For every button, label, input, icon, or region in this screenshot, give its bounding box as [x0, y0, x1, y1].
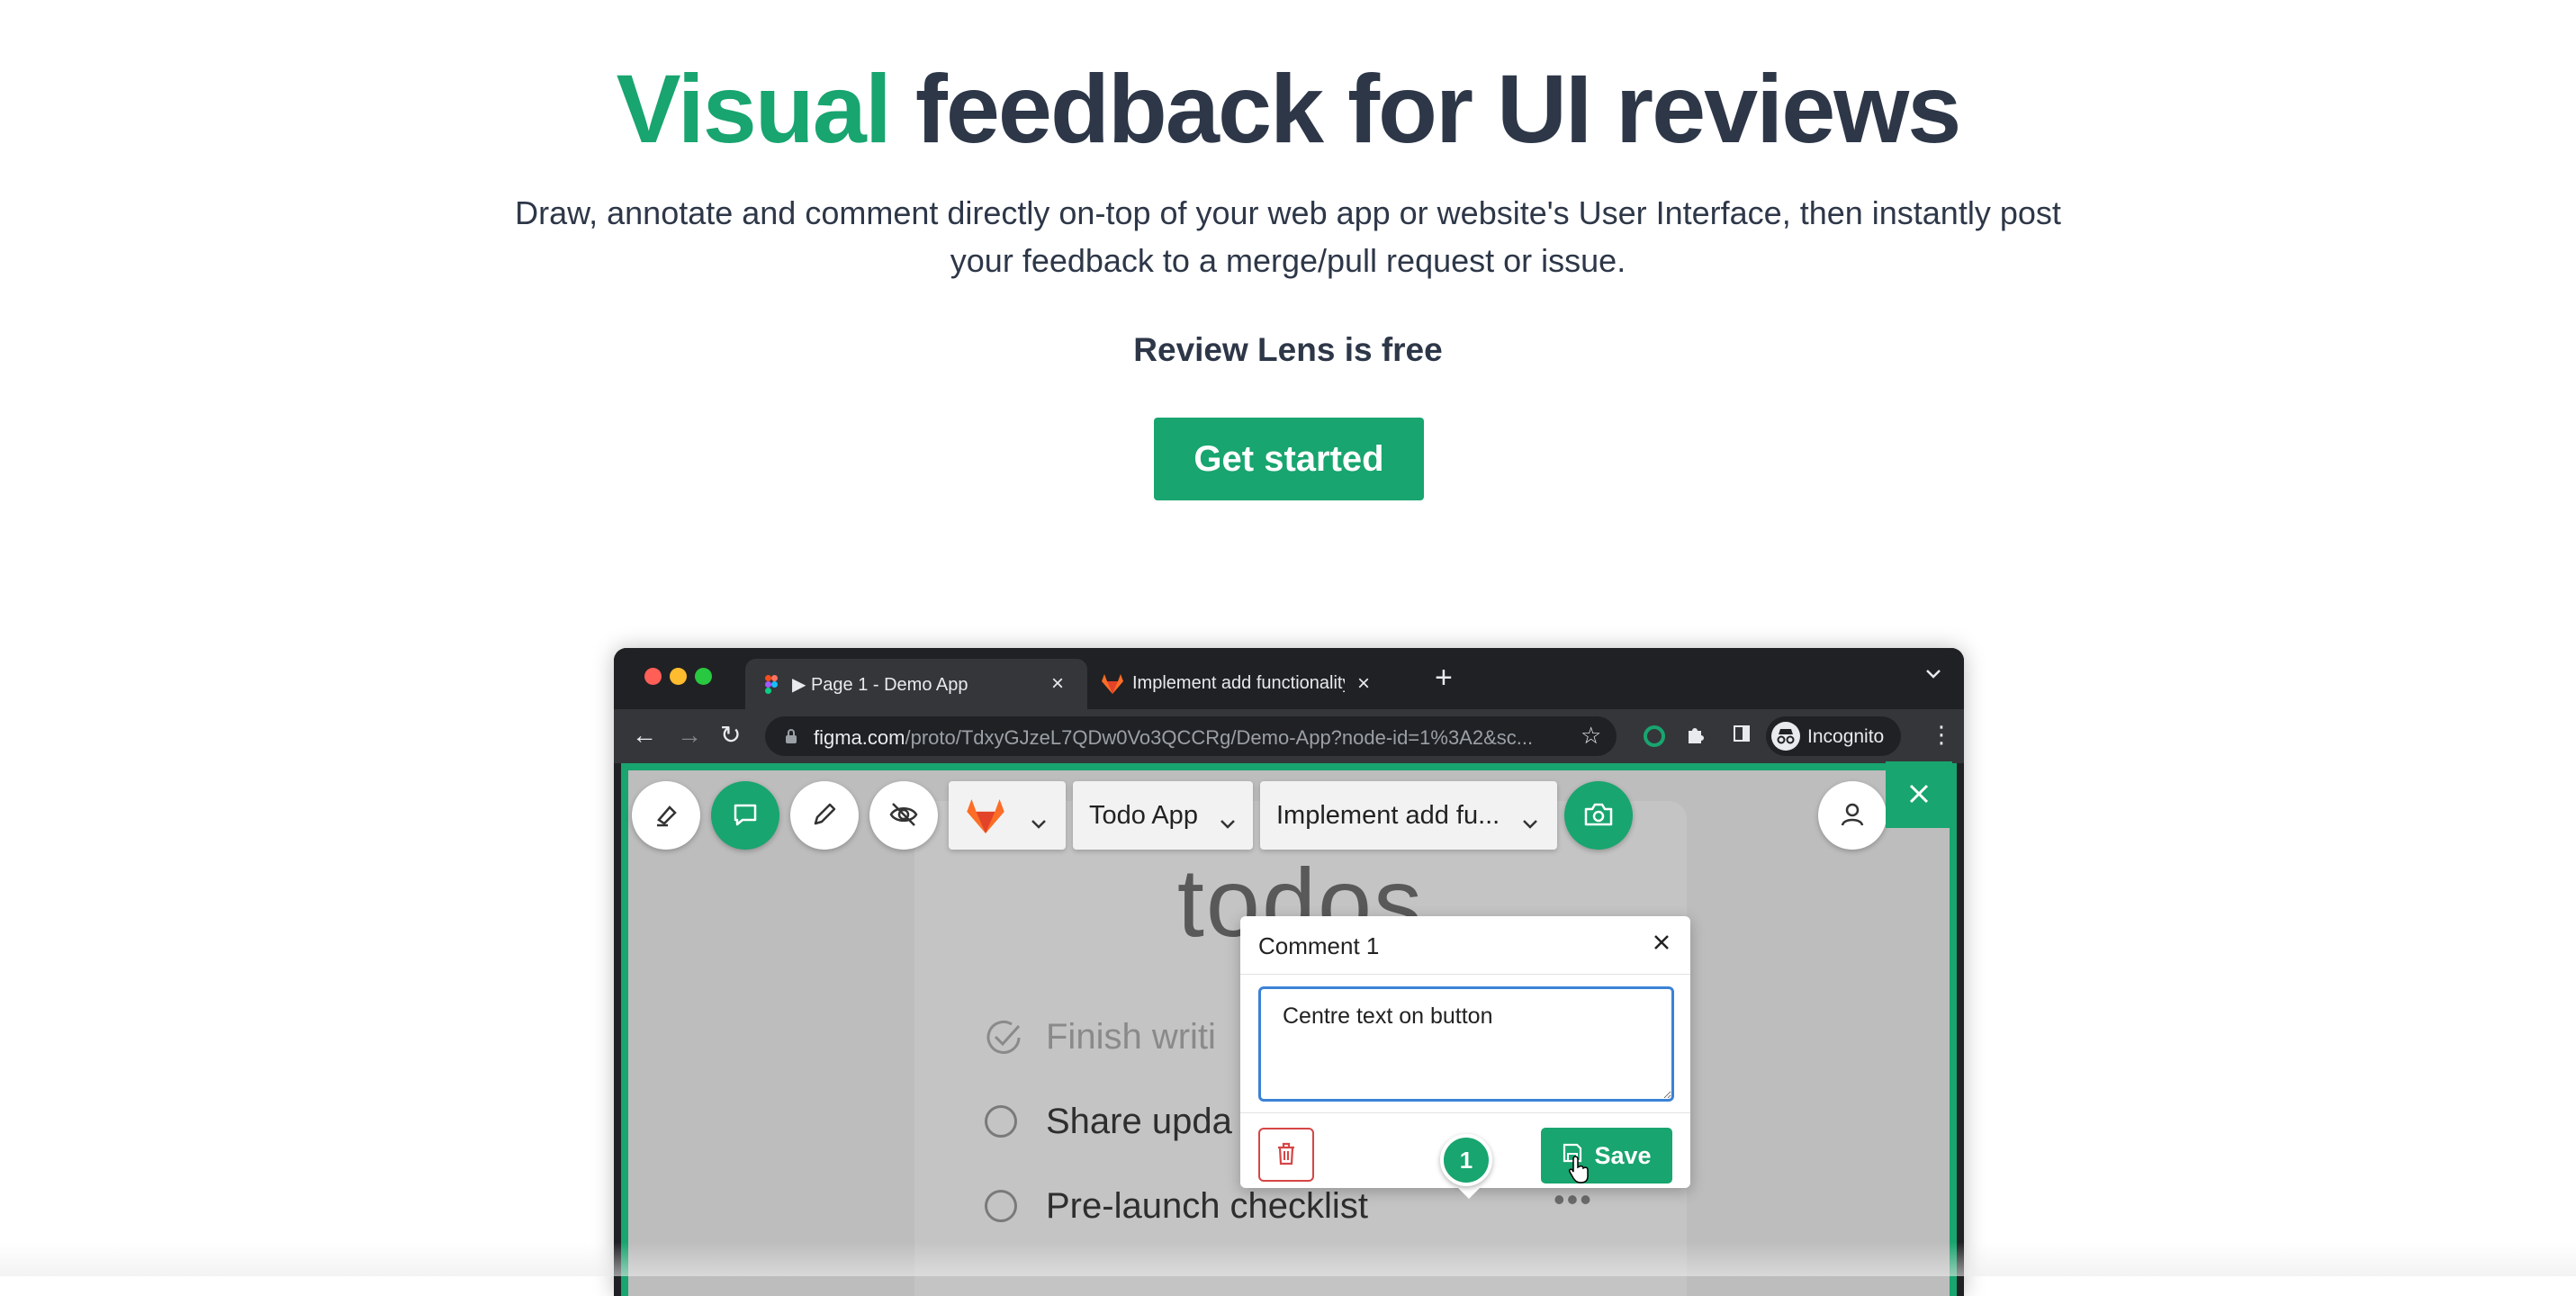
close-comment-button[interactable]	[1644, 925, 1680, 961]
todo-text: Finish writi	[1046, 1017, 1216, 1057]
incognito-icon	[1771, 722, 1800, 751]
url-path: /proto/TdxyGJzeL7QDw0Vo3QCCRg/Demo-App?n…	[905, 726, 1534, 749]
minimize-window-dot[interactable]	[670, 668, 687, 685]
side-panel-icon[interactable]	[1734, 725, 1750, 742]
highlighter-button[interactable]	[632, 781, 700, 850]
camera-icon	[1583, 801, 1614, 831]
chevron-down-icon	[1030, 808, 1048, 838]
tab-demo-app[interactable]: ▶ Page 1 - Demo App ×	[745, 659, 1087, 709]
todo-text: Pre-launch checklist	[1046, 1186, 1368, 1226]
tab-label: ▶ Page 1 - Demo App	[792, 675, 968, 695]
issue-select[interactable]: Implement add fu...	[1260, 781, 1557, 850]
incognito-profile[interactable]: Incognito	[1766, 716, 1901, 756]
project-select-value: Todo App	[1089, 800, 1198, 830]
browser-menu-icon[interactable]: ⋮	[1930, 720, 1953, 749]
gitlab-provider-select[interactable]	[949, 781, 1066, 850]
lock-icon	[785, 728, 797, 749]
browser-titlebar: ▶ Page 1 - Demo App × Implement add func…	[614, 648, 1964, 709]
new-tab-icon[interactable]: +	[1435, 661, 1453, 696]
todo-text: Share upda	[1046, 1102, 1232, 1141]
close-tab-icon[interactable]: ×	[1357, 671, 1370, 697]
page-viewport: todos Finish writi Share upda Pre-launch…	[621, 761, 1957, 1296]
chevron-down-icon	[1521, 808, 1539, 838]
highlighter-icon	[652, 800, 680, 832]
trash-icon	[1275, 1141, 1297, 1169]
incognito-label: Incognito	[1807, 726, 1885, 747]
save-label: Save	[1594, 1141, 1652, 1169]
reload-icon[interactable]: ↻	[720, 722, 741, 749]
hero-title: Visual feedback for UI reviews	[0, 52, 2576, 165]
user-icon	[1838, 800, 1867, 832]
pencil-icon	[810, 800, 839, 832]
comment-title: Comment 1	[1258, 932, 1380, 959]
account-button[interactable]	[1818, 781, 1887, 850]
hide-annotations-button[interactable]	[869, 781, 938, 850]
back-icon[interactable]: ←	[632, 722, 657, 749]
maximize-window-dot[interactable]	[695, 668, 712, 685]
project-select[interactable]: Todo App	[1073, 781, 1253, 850]
popover-pointer	[1456, 1186, 1482, 1199]
save-comment-button[interactable]: Save	[1541, 1128, 1672, 1184]
mouse-cursor-icon	[1568, 1155, 1591, 1188]
close-window-dot[interactable]	[644, 668, 662, 685]
url-text: figma.com/proto/TdxyGJzeL7QDw0Vo3QCCRg/D…	[814, 726, 1533, 750]
browser-mockup: ▶ Page 1 - Demo App × Implement add func…	[614, 648, 1964, 1296]
close-icon	[1652, 934, 1671, 955]
draw-tool-button[interactable]	[790, 781, 859, 850]
tab-merge-request[interactable]: Implement add functionality (!2 ×	[1091, 659, 1388, 709]
close-icon	[1906, 781, 1932, 809]
close-review-button[interactable]	[1886, 761, 1952, 828]
address-bar: ← → ↻ figma.com/proto/TdxyGJzeL7QDw0Vo3Q…	[614, 709, 1964, 763]
hero-title-accent: Visual	[616, 54, 892, 163]
bookmark-star-icon[interactable]: ☆	[1581, 722, 1601, 750]
eye-off-icon	[888, 799, 919, 832]
unchecked-circle-icon[interactable]	[985, 1190, 1017, 1222]
url-field[interactable]: figma.com/proto/TdxyGJzeL7QDw0Vo3QCCRg/D…	[765, 716, 1617, 756]
screenshot-button[interactable]	[1564, 781, 1633, 850]
extension-ring-icon[interactable]	[1644, 725, 1665, 747]
hero-subtitle: Draw, annotate and comment directly on-t…	[515, 194, 2061, 279]
comment-icon	[732, 801, 759, 831]
comment-header: Comment 1	[1240, 916, 1690, 975]
hero-title-rest: feedback for UI reviews	[889, 54, 1962, 163]
comment-textarea[interactable]	[1258, 986, 1674, 1102]
unchecked-circle-icon[interactable]	[985, 1105, 1017, 1138]
delete-comment-button[interactable]	[1258, 1128, 1314, 1182]
chevron-down-icon	[1219, 808, 1237, 838]
tab-label: Implement add functionality (!2	[1132, 673, 1345, 693]
tab-search-chevron-icon[interactable]	[1924, 668, 1942, 685]
issue-select-value: Implement add fu...	[1276, 800, 1500, 830]
free-note: Review Lens is free	[1133, 331, 1443, 368]
gitlab-logo-icon	[967, 799, 1004, 841]
url-domain: figma.com	[814, 726, 905, 749]
forward-icon[interactable]: →	[677, 722, 702, 749]
bottom-fade	[0, 1242, 2576, 1276]
close-tab-icon[interactable]: ×	[1051, 671, 1064, 697]
comment-tool-button[interactable]	[711, 781, 779, 850]
extensions-puzzle-icon[interactable]	[1685, 724, 1707, 750]
figma-logo-icon	[765, 675, 778, 698]
get-started-button[interactable]: Get started	[1154, 418, 1424, 500]
gitlab-tab-icon	[1102, 674, 1123, 698]
checked-icon[interactable]	[985, 1019, 1022, 1061]
comment-pin-marker[interactable]: 1	[1440, 1134, 1492, 1186]
